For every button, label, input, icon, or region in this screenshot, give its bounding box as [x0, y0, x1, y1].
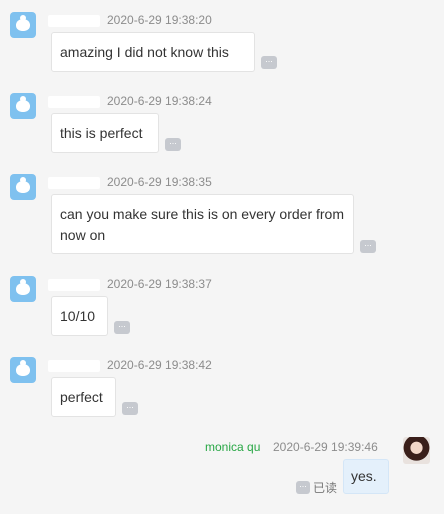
self-avatar[interactable]: [403, 437, 430, 464]
self-message-more-button[interactable]: ...: [296, 480, 310, 494]
contact-avatar[interactable]: [10, 12, 36, 38]
message-timestamp: 2020-6-29 19:38:42: [107, 358, 212, 372]
message-text: amazing I did not know this: [60, 44, 229, 60]
message-bubble[interactable]: this is perfect: [51, 113, 159, 153]
message-bubble[interactable]: amazing I did not know this: [51, 32, 255, 72]
message-more-button[interactable]: ...: [122, 401, 138, 415]
sender-name-redacted: [48, 360, 100, 372]
chat-bubble-icon: [16, 279, 30, 295]
message-text: can you make sure this is on every order…: [60, 206, 345, 243]
message-timestamp: 2020-6-29 19:38:35: [107, 175, 212, 189]
sender-name-redacted: [48, 279, 100, 291]
self-message-text: yes.: [351, 468, 377, 484]
sender-name-redacted: [48, 96, 100, 108]
read-status-label: 已读: [313, 481, 338, 495]
contact-avatar[interactable]: [10, 276, 36, 302]
message-text: 10/10: [60, 308, 96, 324]
message-timestamp: 2020-6-29 19:38:20: [107, 13, 212, 27]
message-text: perfect: [60, 389, 103, 405]
contact-avatar[interactable]: [10, 357, 36, 383]
message-more-button[interactable]: ...: [261, 55, 277, 69]
self-sender-name: monica qu: [205, 440, 261, 454]
message-bubble[interactable]: perfect: [51, 377, 116, 417]
message-timestamp: 2020-6-29 19:38:24: [107, 94, 212, 108]
chat-bubble-icon: [16, 96, 30, 112]
chat-panel: 2020-6-29 19:38:20 amazing I did not kno…: [0, 0, 444, 514]
message-bubble[interactable]: 10/10: [51, 296, 108, 336]
message-more-button[interactable]: ...: [360, 239, 376, 253]
self-message-timestamp: 2020-6-29 19:39:46: [273, 440, 378, 454]
chat-bubble-icon: [16, 15, 30, 31]
contact-avatar[interactable]: [10, 174, 36, 200]
contact-avatar[interactable]: [10, 93, 36, 119]
message-bubble[interactable]: can you make sure this is on every order…: [51, 194, 354, 254]
sender-name-redacted: [48, 177, 100, 189]
message-more-button[interactable]: ...: [165, 137, 181, 151]
message-more-button[interactable]: ...: [114, 320, 130, 334]
message-text: this is perfect: [60, 125, 143, 141]
self-message-bubble[interactable]: yes.: [343, 459, 389, 494]
chat-bubble-icon: [16, 360, 30, 376]
sender-name-redacted: [48, 15, 100, 27]
message-timestamp: 2020-6-29 19:38:37: [107, 277, 212, 291]
chat-bubble-icon: [16, 177, 30, 193]
